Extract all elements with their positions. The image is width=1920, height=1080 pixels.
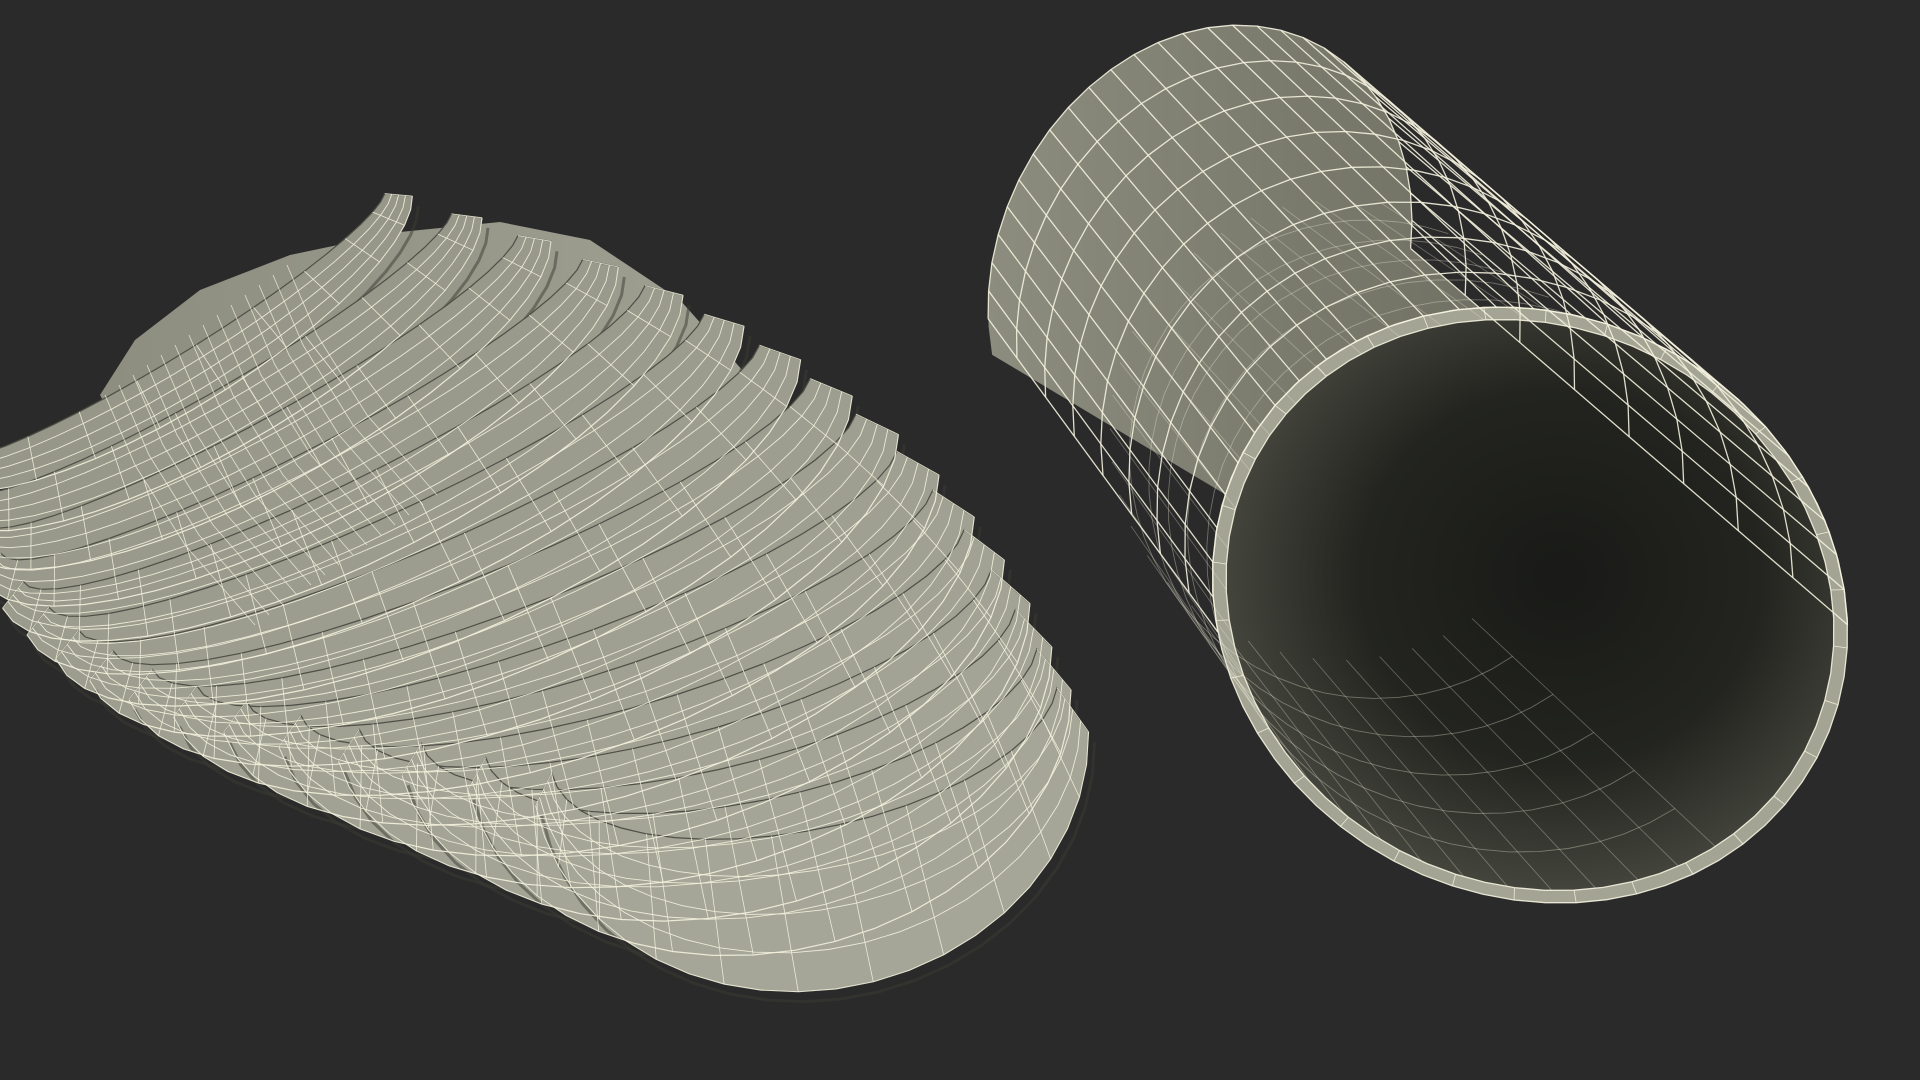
- render-viewport: [0, 24, 1849, 1004]
- straight-sleeve-mesh: [987, 24, 1849, 904]
- crumpled-sleeve-mesh: [0, 192, 1096, 1004]
